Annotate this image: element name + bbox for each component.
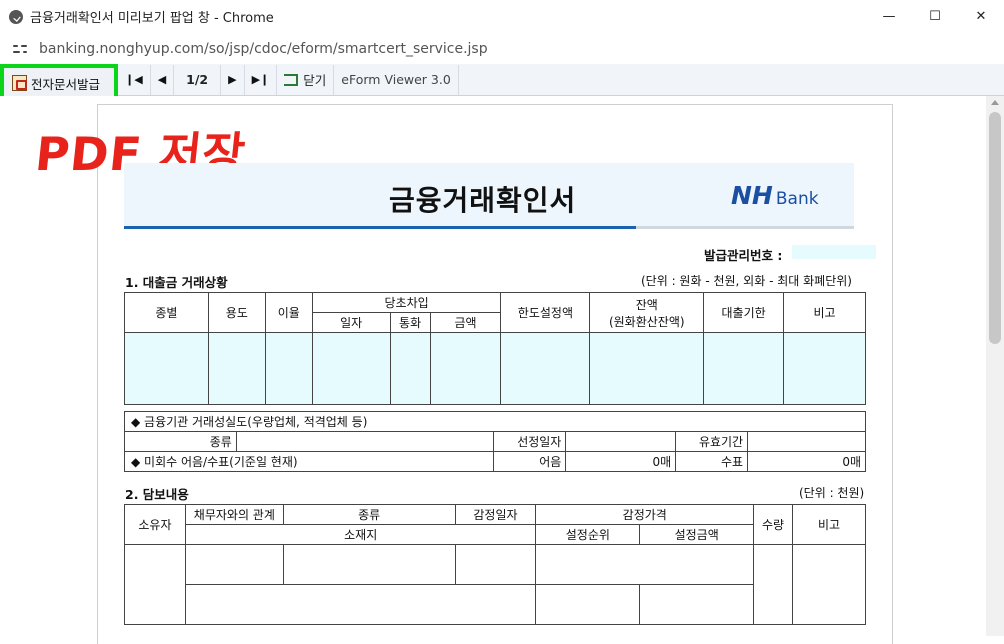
col-rate: 이율 — [264, 292, 313, 333]
col-quantity: 수량 — [753, 504, 794, 545]
col-balance: 잔액 (원화환산잔액) — [589, 292, 705, 333]
col-owner: 소유자 — [124, 504, 186, 545]
col-appraisal-date: 감정일자 — [454, 504, 537, 525]
col-collateral-remarks: 비고 — [792, 504, 866, 545]
col-kind: 종류 — [282, 504, 456, 525]
validity-label: 유효기간 — [675, 431, 749, 452]
last-page-icon: ▶❙ — [251, 73, 270, 86]
window-titlebar: 금융거래확인서 미리보기 팝업 창 - Chrome — ☐ ✕ — [0, 0, 1004, 33]
header-rule-gray — [636, 226, 854, 229]
bill-count: 0매 — [565, 451, 677, 472]
kind-value — [235, 431, 495, 452]
viewer-name: eForm Viewer 3.0 — [334, 64, 459, 95]
first-page-icon: ❙◀ — [125, 73, 143, 86]
window-controls: — ☐ ✕ — [866, 0, 1004, 33]
col-limit-amount: 한도설정액 — [500, 292, 591, 333]
loan-table: 종별 용도 이율 당초차입 한도설정액 잔액 (원화환산잔액) 대출기한 비고 일… — [124, 292, 866, 405]
credit-table: ◆ 금융기관 거래성실도(우량업체, 적격업체 등) 종류 선정일자 유효기간 … — [123, 411, 866, 472]
minimize-button[interactable]: — — [866, 0, 912, 33]
page-indicator: 1/2 — [174, 64, 222, 95]
validity-value — [747, 431, 866, 452]
close-window-button[interactable]: ✕ — [958, 0, 1004, 33]
scroll-up-icon[interactable] — [991, 100, 999, 105]
issue-button-label: 전자문서발급 — [31, 76, 101, 92]
col-type: 종별 — [124, 292, 209, 333]
address-bar[interactable]: banking.nonghyup.com/so/jsp/cdoc/eform/s… — [0, 33, 1004, 64]
check-label: 수표 — [675, 451, 749, 472]
col-initial-borrow: 당초차입 — [311, 292, 502, 313]
col-purpose: 용도 — [207, 292, 266, 333]
collateral-table: 소유자 채무자와의 관계 종류 감정일자 감정가격 수량 비고 소재지 설정순위… — [124, 504, 866, 625]
col-location: 소재지 — [184, 524, 537, 545]
col-priority: 설정순위 — [535, 524, 641, 545]
window-title: 금융거래확인서 미리보기 팝업 창 - Chrome — [30, 11, 274, 26]
nh-bank-logo: NH Bank — [731, 181, 819, 210]
selection-date-label: 선정일자 — [493, 431, 567, 452]
selection-date-value — [565, 431, 677, 452]
scroll-thumb[interactable] — [989, 112, 1001, 344]
col-amount: 금액 — [429, 312, 502, 333]
collateral-empty-row — [124, 544, 866, 625]
header-rule-blue — [124, 226, 636, 229]
section1-title: 1. 대출금 거래상황 — [125, 275, 228, 290]
document-header: 금융거래확인서 NH Bank — [124, 163, 854, 229]
document-issue-icon — [12, 75, 27, 91]
prev-page-button[interactable]: ◀ — [151, 64, 175, 95]
close-viewer-button[interactable]: 닫기 — [277, 64, 335, 95]
check-count: 0매 — [747, 451, 866, 472]
unpaid-line-label: ◆ 미회수 어음/수표(기준일 현재) — [123, 451, 495, 472]
first-page-button[interactable]: ❙◀ — [118, 64, 151, 95]
kind-label: 종류 — [124, 431, 237, 452]
section2-title: 2. 담보내용 — [125, 487, 189, 502]
col-currency: 통화 — [389, 312, 431, 333]
url-text[interactable]: banking.nonghyup.com/so/jsp/cdoc/eform/s… — [39, 41, 488, 57]
issue-number-value — [792, 245, 876, 259]
site-settings-icon[interactable] — [13, 43, 27, 55]
last-page-button[interactable]: ▶❙ — [245, 64, 278, 95]
col-date: 일자 — [311, 312, 391, 333]
col-relation: 채무자와의 관계 — [184, 504, 284, 525]
col-due-date: 대출기한 — [703, 292, 785, 333]
viewer-toolbar: ❙◀ ◀ 1/2 ▶ ▶❙ 닫기 eForm Viewer 3.0 — [0, 64, 1004, 96]
next-page-icon: ▶ — [228, 73, 237, 86]
col-appraisal-price: 감정가격 — [535, 504, 755, 525]
maximize-button[interactable]: ☐ — [912, 0, 958, 33]
prev-page-icon: ◀ — [157, 73, 167, 86]
close-viewer-label: 닫기 — [303, 73, 327, 88]
document-title: 금융거래확인서 — [389, 184, 577, 217]
col-setting-amount: 설정금액 — [639, 524, 755, 545]
exit-icon — [284, 73, 299, 86]
issue-number-label: 발급관리번호 : — [704, 248, 783, 263]
chrome-page-icon — [9, 9, 23, 24]
bill-label: 어음 — [493, 451, 567, 472]
next-page-button[interactable]: ▶ — [221, 64, 245, 95]
loan-empty-row — [124, 332, 866, 405]
credit-line-label: ◆ 금융기관 거래성실도(우량업체, 적격업체 등) — [124, 411, 866, 432]
section2-unit: (단위 : 천원) — [799, 486, 865, 500]
vertical-scrollbar[interactable] — [986, 96, 1004, 636]
section1-unit: (단위 : 원화 - 천원, 외화 - 최대 화폐단위) — [641, 274, 852, 288]
col-remarks: 비고 — [783, 292, 866, 333]
